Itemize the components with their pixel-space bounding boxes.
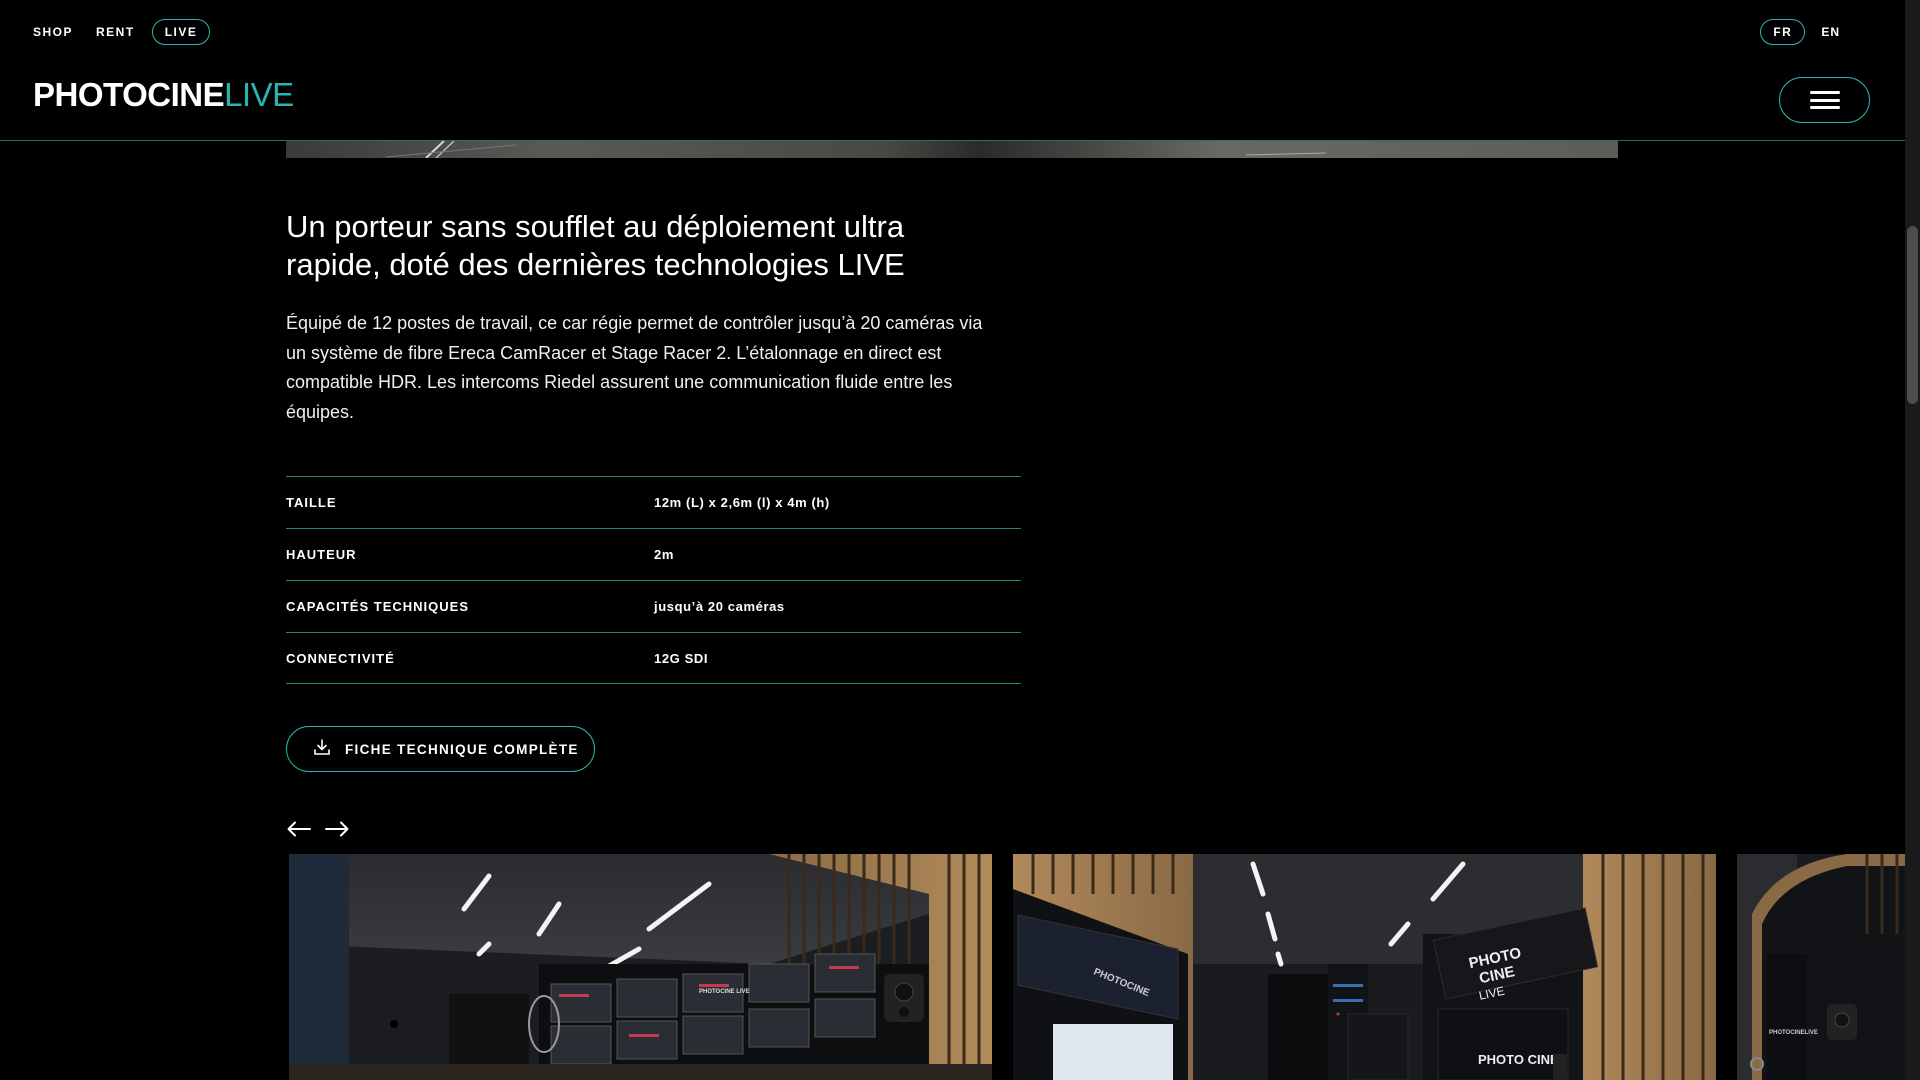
download-datasheet-button[interactable]: FICHE TECHNIQUE COMPLÈTE [286,726,595,772]
carousel-controls [286,818,350,840]
spec-row: CAPACITÉS TECHNIQUES jusqu’à 20 caméras [286,580,1021,632]
control-room-photo: PHOTOCINE LIVE [289,854,992,1080]
control-room-photo: PHOTOCINE PHOTO CINE LIVE PHOTO CINE [1013,854,1716,1080]
arrow-right-icon[interactable] [324,818,350,840]
lang-fr-button[interactable]: FR [1760,19,1806,45]
slide-logo-text: PHOTOCINELIVE [1769,1030,1818,1036]
control-room-photo: PHOTOCINELIVE [1737,854,1905,1080]
page-headline: Un porteur sans soufflet au déploiement … [286,209,905,282]
hamburger-icon [1809,91,1840,109]
page-description: Équipé de 12 postes de travail, ce car r… [286,313,983,422]
spec-row: CONNECTIVITÉ 12G SDI [286,632,1021,684]
spec-row: HAUTEUR 2m [286,528,1021,580]
slide-logo-text: PHOTOCINE LIVE [699,989,750,995]
nav-rent-link[interactable]: RENT [96,25,135,39]
carousel-slide[interactable]: PHOTOCINE LIVE [289,854,992,1080]
spec-value: 2m [654,547,674,562]
spec-row: TAILLE 12m (L) x 2,6m (l) x 4m (h) [286,476,1021,528]
top-nav: SHOP RENT LIVE [33,19,211,45]
spec-value: 12m (L) x 2,6m (l) x 4m (h) [654,495,830,510]
spec-value: jusqu’à 20 caméras [654,599,785,614]
brand-logo-part1: PHOTOCINE [33,76,225,113]
scrollbar-thumb[interactable] [1907,226,1918,404]
scrollbar-track[interactable] [1905,0,1920,1080]
download-button-label: FICHE TECHNIQUE COMPLÈTE [345,741,579,757]
language-switcher: FR EN [1760,19,1840,45]
lang-en-button[interactable]: EN [1821,25,1840,39]
spec-label: HAUTEUR [286,547,357,562]
specs-table: TAILLE 12m (L) x 2,6m (l) x 4m (h) HAUTE… [286,476,1021,684]
menu-button[interactable] [1779,77,1870,123]
spec-value: 12G SDI [654,650,709,666]
carousel-slide[interactable]: PHOTOCINELIVE [1737,854,1905,1080]
arrow-left-icon[interactable] [286,818,312,840]
nav-shop-link[interactable]: SHOP [33,25,73,39]
slide-logo-text: PHOTO CINE [1478,1052,1559,1067]
carousel-slide[interactable]: PHOTOCINE PHOTO CINE LIVE PHOTO CINE [1013,854,1716,1080]
brand-logo-part2: LIVE [224,76,294,113]
spec-label: TAILLE [286,495,337,510]
spec-label: CAPACITÉS TECHNIQUES [286,599,469,614]
hero-image [286,141,1618,158]
top-bar: SHOP RENT LIVE FR EN [0,0,1905,62]
nav-live-link[interactable]: LIVE [151,19,211,45]
download-icon [313,738,331,761]
brand-logo[interactable]: PHOTOCINELIVE [33,76,294,114]
spec-label: CONNECTIVITÉ [286,650,395,666]
